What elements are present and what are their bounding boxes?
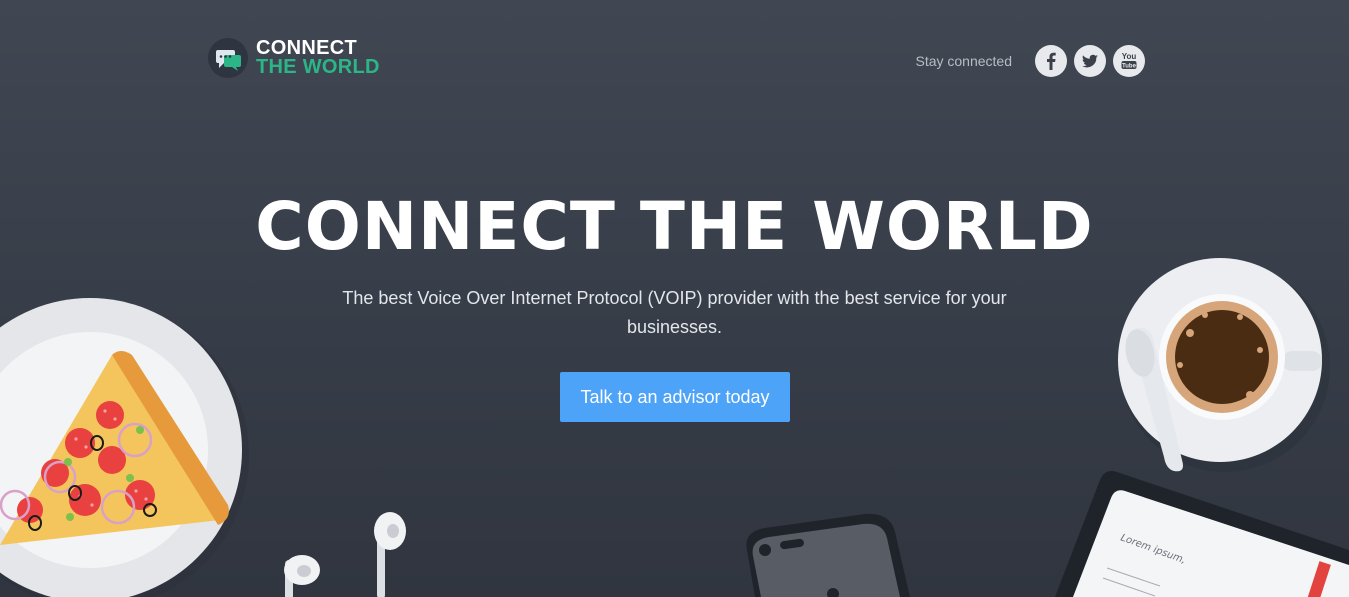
social-links: Stay connected You Tube bbox=[915, 45, 1145, 77]
brand-wordmark: CONNECT THE WORLD bbox=[256, 38, 380, 78]
hero-title: CONNECT THE WORLD bbox=[255, 188, 1094, 265]
phone-illustration bbox=[746, 513, 910, 597]
brand-line2: THE WORLD bbox=[256, 56, 380, 78]
talk-to-advisor-button[interactable]: Talk to an advisor today bbox=[560, 372, 790, 422]
pizza-plate-illustration bbox=[0, 298, 249, 597]
earphones-illustration bbox=[284, 512, 406, 597]
brand-logo[interactable]: CONNECT THE WORLD bbox=[208, 38, 380, 78]
svg-text:You: You bbox=[1122, 52, 1137, 61]
svg-text:Tube: Tube bbox=[1122, 64, 1137, 70]
facebook-icon[interactable] bbox=[1035, 45, 1067, 77]
youtube-icon[interactable]: You Tube bbox=[1113, 45, 1145, 77]
twitter-icon[interactable] bbox=[1074, 45, 1106, 77]
notebook-illustration: Lorem ipsum, bbox=[1055, 471, 1349, 597]
coffee-cup-illustration bbox=[1118, 258, 1330, 472]
chat-bubble-icon bbox=[208, 38, 248, 78]
stay-connected-label: Stay connected bbox=[915, 53, 1012, 69]
hero-subtitle: The best Voice Over Internet Protocol (V… bbox=[342, 288, 1007, 337]
